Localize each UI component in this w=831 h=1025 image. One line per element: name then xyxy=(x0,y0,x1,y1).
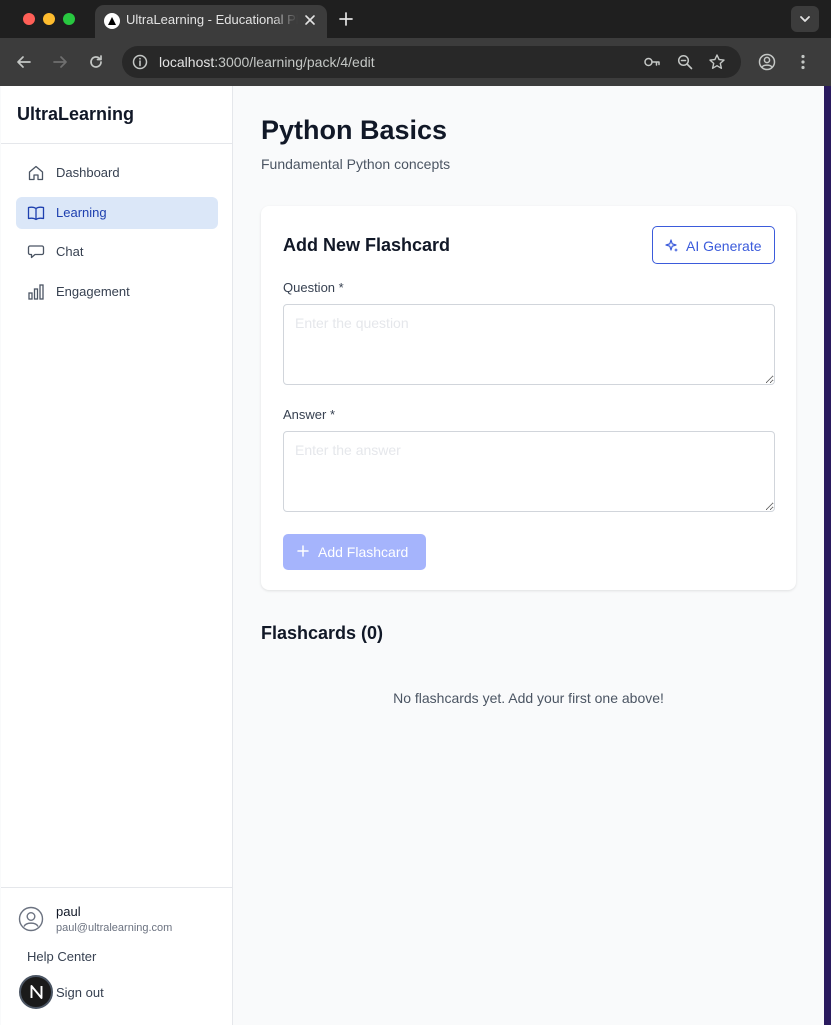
window-minimize-button[interactable] xyxy=(43,13,55,25)
browser-toolbar: localhost:3000/learning/pack/4/edit xyxy=(0,38,831,86)
url-host: localhost xyxy=(159,54,215,70)
back-arrow-icon[interactable] xyxy=(14,52,34,72)
tab-title: UltraLearning - Educational Platform xyxy=(126,12,298,27)
book-open-icon xyxy=(27,204,45,222)
sidebar-item-label: Chat xyxy=(56,244,84,259)
zoom-icon[interactable] xyxy=(676,53,694,71)
user-name: paul xyxy=(56,904,81,919)
url-path: :3000/learning/pack/4/edit xyxy=(214,54,375,70)
sign-out-button[interactable]: Sign out xyxy=(56,985,104,1000)
plus-icon xyxy=(297,545,309,557)
brand-logo[interactable]: UltraLearning xyxy=(17,104,134,125)
help-center-link[interactable]: Help Center xyxy=(27,949,96,964)
browser-titlebar: UltraLearning - Educational Platform xyxy=(0,0,831,38)
new-tab-icon[interactable] xyxy=(337,10,355,28)
sidebar: UltraLearning Dashboard Learning Chat En xyxy=(1,86,233,1025)
add-flashcard-label: Add Flashcard xyxy=(318,544,409,560)
page-title: Python Basics xyxy=(261,115,448,145)
favicon-icon xyxy=(104,13,120,29)
window-close-button[interactable] xyxy=(23,13,35,25)
user-email: paul@ultralearning.com xyxy=(56,922,173,934)
url-text[interactable]: localhost:3000/learning/pack/4/edit xyxy=(159,54,375,70)
sidebar-item-engagement[interactable]: Engagement xyxy=(16,276,218,308)
n-logo-icon xyxy=(30,985,43,999)
sidebar-item-dashboard[interactable]: Dashboard xyxy=(16,157,218,189)
sidebar-item-label: Engagement xyxy=(56,284,130,299)
sidebar-item-label: Dashboard xyxy=(56,165,120,180)
sparkles-icon xyxy=(665,239,678,252)
browser-tab[interactable]: UltraLearning - Educational Platform xyxy=(95,5,327,38)
address-bar[interactable]: localhost:3000/learning/pack/4/edit xyxy=(122,46,741,78)
window-maximize-button[interactable] xyxy=(63,13,75,25)
page-subtitle: Fundamental Python concepts xyxy=(261,156,451,172)
answer-label: Answer * xyxy=(283,407,336,422)
ai-generate-button[interactable]: AI Generate xyxy=(652,226,775,264)
site-info-icon[interactable] xyxy=(131,53,149,71)
nextjs-devtools-button[interactable] xyxy=(19,975,53,1009)
chat-icon xyxy=(27,243,45,261)
profile-icon[interactable] xyxy=(757,52,777,72)
ai-generate-label: AI Generate xyxy=(686,238,762,254)
reload-icon[interactable] xyxy=(86,52,106,72)
desktop-background xyxy=(824,86,831,1025)
divider xyxy=(1,143,232,144)
sidebar-item-chat[interactable]: Chat xyxy=(16,236,218,268)
browser-menu-icon[interactable] xyxy=(793,52,813,72)
question-label: Question * xyxy=(283,280,344,295)
sidebar-item-learning[interactable]: Learning xyxy=(16,197,218,229)
question-textarea[interactable] xyxy=(283,304,775,385)
tab-search-chevron-icon[interactable] xyxy=(791,6,819,32)
password-key-icon[interactable] xyxy=(643,53,661,71)
empty-state-message: No flashcards yet. Add your first one ab… xyxy=(393,690,664,706)
divider xyxy=(1,887,232,888)
sidebar-item-label: Learning xyxy=(56,205,107,220)
home-icon xyxy=(27,164,45,182)
page: UltraLearning Dashboard Learning Chat En xyxy=(0,86,831,1025)
forward-arrow-icon[interactable] xyxy=(50,52,70,72)
bar-chart-icon xyxy=(27,283,45,301)
flashcards-heading: Flashcards (0) xyxy=(261,623,384,643)
bookmark-star-icon[interactable] xyxy=(708,53,726,71)
card-title: Add New Flashcard xyxy=(283,235,451,255)
tab-close-icon[interactable] xyxy=(301,11,319,29)
add-flashcard-card: Add New Flashcard AI Generate Question *… xyxy=(261,206,796,590)
answer-textarea[interactable] xyxy=(283,431,775,512)
add-flashcard-button[interactable]: Add Flashcard xyxy=(283,534,426,570)
user-avatar-icon[interactable] xyxy=(18,906,44,932)
